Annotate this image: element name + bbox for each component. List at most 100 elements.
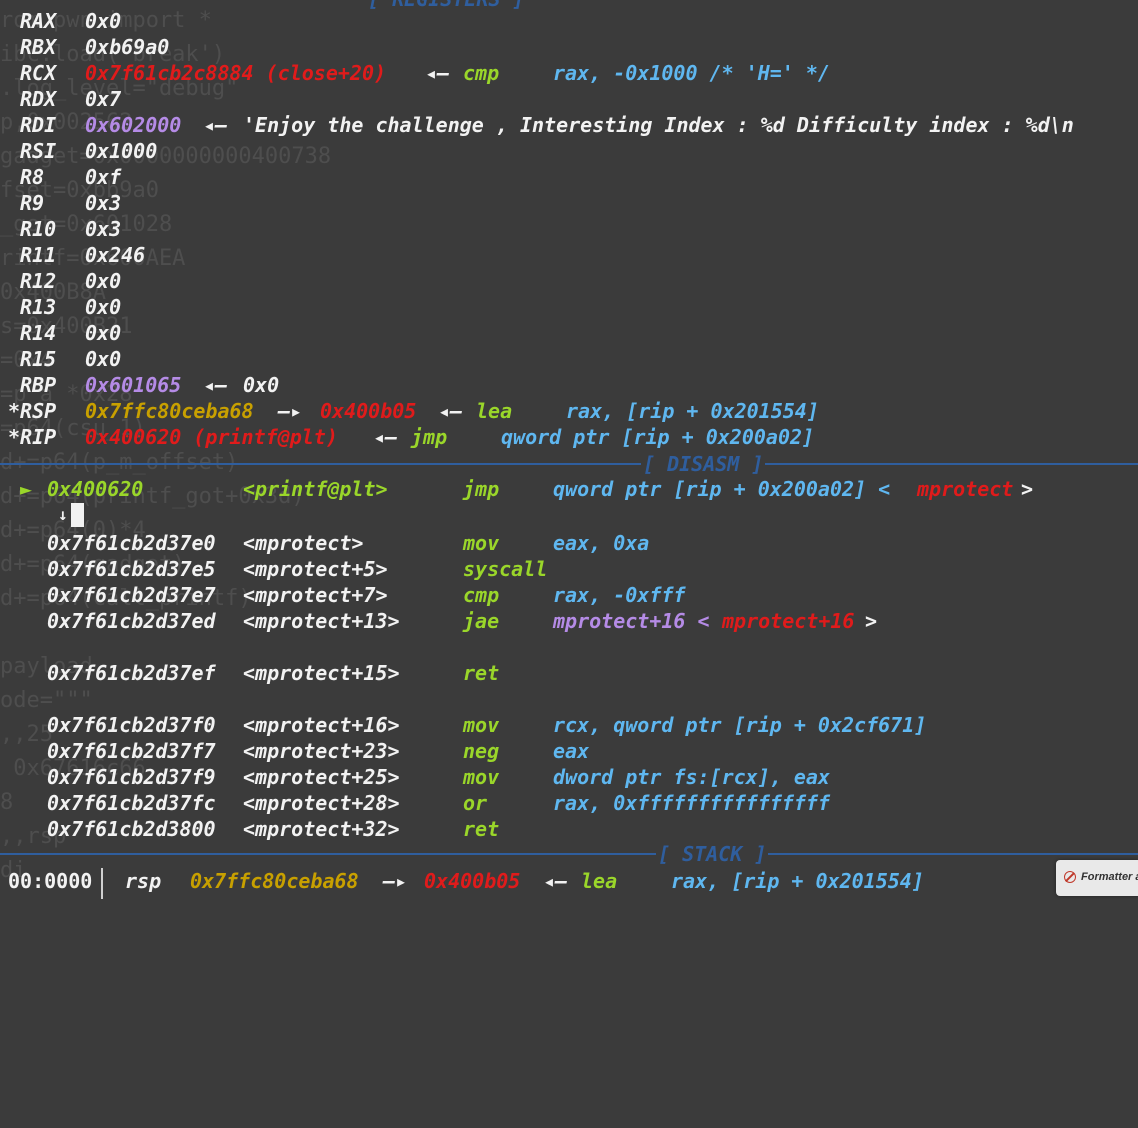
disasm-symbol: <mprotect+16> (243, 713, 400, 737)
register-name: RAX (20, 9, 57, 33)
register-name: RDI (20, 113, 57, 137)
register-value: 0x7 (85, 87, 122, 111)
disasm-symbol: <mprotect+23> (243, 739, 400, 763)
stack-addr: 0x7ffc80ceba68 (190, 869, 359, 893)
operands: rax, 0xffffffffffffffff (553, 791, 830, 815)
operands: rax, [rip + 0x201554] (566, 399, 819, 423)
register-row-r14: R14 0x0 (0, 320, 121, 346)
register-name: R10 (20, 217, 57, 241)
mnemonic: jae (463, 609, 500, 633)
disasm-line: 0x7f61cb2d37f0 <mprotect+16> mov rcx, qw… (0, 712, 926, 738)
register-row-rip: *RIP 0x400620 (printf@plt) ◂— jmp qword … (0, 424, 814, 450)
operands: rcx, qword ptr [rip + 0x2cf671] (553, 713, 927, 737)
register-name: R13 (20, 295, 57, 319)
register-value: 0x0 (85, 9, 122, 33)
stack-separator (0, 853, 1138, 855)
disasm-addr: 0x7f61cb2d37f9 (47, 765, 216, 789)
register-row-r11: R11 0x246 (0, 242, 145, 268)
register-row-r10: R10 0x3 (0, 216, 121, 242)
register-addr: 0x7f61cb2c8884 (close+20) (85, 61, 387, 85)
register-row-rsp: *RSP 0x7ffc80ceba68 —▸ 0x400b05 ◂— lea r… (0, 398, 819, 424)
disasm-symbol: <printf@plt> (243, 477, 388, 501)
arrow: —▸ (278, 399, 315, 423)
register-value: 0x3 (85, 217, 122, 241)
operands: dword ptr fs:[rcx], eax (553, 765, 830, 789)
pwndbg-terminal[interactable]: [ REGISTERS ] RAX 0x0 RBX 0xb69a0 RCX 0x… (0, 0, 1138, 899)
disasm-current-line: ► 0x400620 <printf@plt> jmp qword ptr [r… (0, 476, 1033, 502)
register-row-r8: R8 0xf (0, 164, 121, 190)
register-value: 0x3 (85, 191, 122, 215)
register-value: 0x0 (85, 321, 122, 345)
disasm-addr: 0x7f61cb2d37ef (47, 661, 216, 685)
operands: qword ptr [rip + 0x200a02] (501, 425, 815, 449)
register-name: R12 (20, 269, 57, 293)
disasm-line: 0x7f61cb2d37e0 <mprotect> mov eax, 0xa (0, 530, 649, 556)
disasm-line: 0x7f61cb2d37f7 <mprotect+23> neg eax (0, 738, 589, 764)
operands: eax, 0xa (553, 531, 650, 555)
down-arrow-icon: ↓ (58, 505, 68, 524)
target-symbol: mprotect (917, 477, 1014, 501)
operands: eax (553, 739, 590, 763)
arrow: ◂— (373, 425, 410, 449)
register-name: R14 (20, 321, 57, 345)
mnemonic: neg (463, 739, 500, 763)
disasm-symbol: <mprotect+15> (243, 661, 400, 685)
register-row-r15: R15 0x0 (0, 346, 121, 372)
stack-row: 00:0000 rsp 0x7ffc80ceba68 —▸ 0x400b05 ◂… (0, 868, 924, 894)
disasm-line: 0x7f61cb2d37e5 <mprotect+5> syscall (0, 556, 547, 582)
operands: rax, [rip + 0x201554] (671, 869, 924, 893)
registers-header: [ REGISTERS ] (366, 0, 527, 12)
register-row-rcx: RCX 0x7f61cb2c8884 (close+20) ◂— cmp rax… (0, 60, 830, 86)
target-symbol: mprotect+16 (722, 609, 855, 633)
target-close: > (865, 609, 878, 633)
register-row-rbx: RBX 0xb69a0 (0, 34, 169, 60)
register-value: 0x0 (243, 373, 280, 397)
register-row-rbp: RBP 0x601065 ◂— 0x0 (0, 372, 279, 398)
disasm-symbol: <mprotect+13> (243, 609, 400, 633)
stack-column-divider (101, 868, 103, 899)
register-name: R15 (20, 347, 57, 371)
current-marker-icon: ► (20, 477, 33, 501)
disasm-symbol: <mprotect+7> (243, 583, 388, 607)
disasm-line: 0x7f61cb2d37fc <mprotect+28> or rax, 0xf… (0, 790, 830, 816)
target-close: > (1021, 477, 1034, 501)
stack-header: [ STACK ] (656, 841, 769, 867)
formatter-notification[interactable]: Formatter a (1056, 860, 1138, 896)
mnemonic: cmp (463, 61, 500, 85)
register-value: 0x0 (85, 269, 122, 293)
disasm-symbol: <mprotect+25> (243, 765, 400, 789)
register-row-rdx: RDX 0x7 (0, 86, 121, 112)
disasm-addr: 0x7f61cb2d37e0 (47, 531, 216, 555)
terminal-cursor (71, 503, 84, 527)
disasm-addr: 0x7f61cb2d37e7 (47, 583, 216, 607)
stack-reg: rsp (125, 869, 162, 893)
register-name: R9 (20, 191, 45, 215)
disasm-addr: 0x7f61cb2d37ed (47, 609, 216, 633)
register-addr: 0x400620 (printf@plt) (85, 425, 338, 449)
register-name: R11 (20, 243, 57, 267)
register-name: R8 (20, 165, 45, 189)
disasm-header: [ DISASM ] (641, 451, 766, 477)
disasm-symbol: <mprotect+5> (243, 557, 388, 581)
disasm-symbol: <mprotect+32> (243, 817, 400, 841)
disasm-addr: 0x7f61cb2d3800 (47, 817, 216, 841)
disasm-down-arrow-row: ↓ (0, 502, 68, 528)
register-addr: 0x601065 (85, 373, 182, 397)
register-name: *RIP (8, 425, 57, 449)
register-value: 0x0 (85, 347, 122, 371)
register-addr-2: 0x400b05 (320, 399, 417, 423)
disasm-line: 0x7f61cb2d3800 <mprotect+32> ret (0, 816, 499, 842)
mnemonic: ret (463, 661, 500, 685)
disasm-line: 0x7f61cb2d37ef <mprotect+15> ret (0, 660, 499, 686)
register-row-r9: R9 0x3 (0, 190, 121, 216)
register-addr: 0x7ffc80ceba68 (85, 399, 254, 423)
stack-addr-2: 0x400b05 (424, 869, 521, 893)
arrow: ◂— (438, 399, 475, 423)
register-name: RCX (20, 61, 57, 85)
disasm-addr: 0x7f61cb2d37fc (47, 791, 216, 815)
arrow: ◂— (203, 373, 240, 397)
register-row-rsi: RSI 0x1000 (0, 138, 157, 164)
mnemonic: lea (476, 399, 513, 423)
operands: rax, -0x1000 /* 'H=' */ (553, 61, 830, 85)
mnemonic: or (463, 791, 488, 815)
